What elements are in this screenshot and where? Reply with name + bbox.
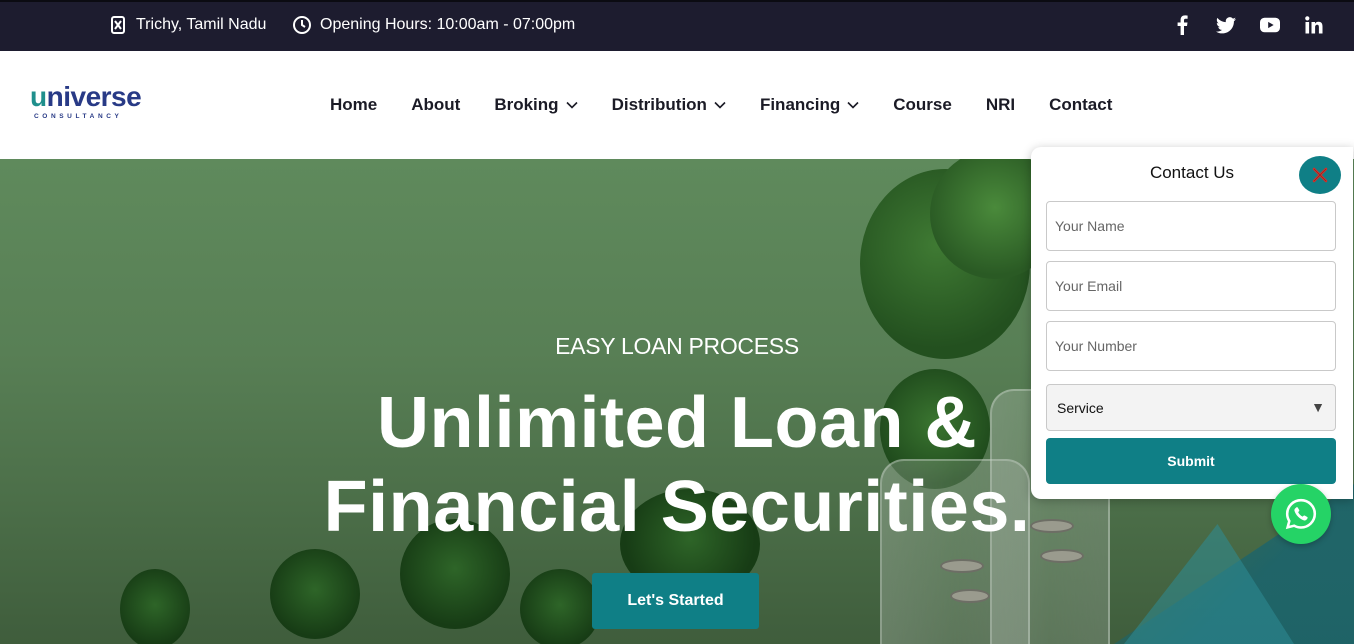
social-links bbox=[1172, 14, 1324, 36]
logo-wordmark: universe bbox=[30, 81, 142, 112]
universe-logo[interactable]: universe CONSULTANCY bbox=[30, 82, 160, 126]
chevron-down-icon bbox=[847, 101, 859, 109]
chevron-down-icon bbox=[714, 101, 726, 109]
service-select-value: Service bbox=[1057, 399, 1104, 416]
site-header: universe CONSULTANCY Home About Broking … bbox=[0, 51, 1354, 159]
tree-decoration bbox=[120, 569, 190, 644]
top-bar: Trichy, Tamil Nadu Opening Hours: 10:00a… bbox=[0, 0, 1354, 51]
linkedin-icon[interactable] bbox=[1304, 14, 1324, 36]
nav-course[interactable]: Course bbox=[893, 95, 952, 115]
close-popup-button[interactable] bbox=[1299, 156, 1341, 194]
nav-about[interactable]: About bbox=[411, 95, 460, 115]
logo-subtitle: CONSULTANCY bbox=[34, 113, 123, 120]
hours-info: Opening Hours: 10:00am - 07:00pm bbox=[292, 15, 575, 35]
dropdown-arrow-icon: ▼ bbox=[1311, 399, 1325, 415]
submit-button[interactable]: Submit bbox=[1046, 438, 1336, 484]
nav-broking[interactable]: Broking bbox=[494, 95, 578, 115]
lets-started-button[interactable]: Let's Started bbox=[592, 573, 759, 629]
nav-home[interactable]: Home bbox=[330, 95, 377, 115]
location-info: Trichy, Tamil Nadu bbox=[108, 15, 266, 35]
coin-decoration bbox=[940, 559, 984, 573]
location-text: Trichy, Tamil Nadu bbox=[136, 16, 267, 33]
tree-decoration bbox=[520, 569, 600, 644]
nav-financing[interactable]: Financing bbox=[760, 95, 859, 115]
coin-decoration bbox=[950, 589, 990, 603]
chevron-down-icon bbox=[565, 101, 578, 109]
whatsapp-button[interactable] bbox=[1271, 484, 1331, 544]
number-field[interactable] bbox=[1046, 321, 1336, 371]
email-field[interactable] bbox=[1046, 261, 1336, 311]
main-nav: Home About Broking Distribution Financin… bbox=[330, 95, 1146, 115]
contact-us-popup: Contact Us Service ▼ Submit bbox=[1031, 147, 1353, 499]
service-select[interactable]: Service ▼ bbox=[1046, 384, 1336, 431]
coin-decoration bbox=[1040, 549, 1084, 563]
twitter-icon[interactable] bbox=[1216, 14, 1236, 36]
hours-text: Opening Hours: 10:00am - 07:00pm bbox=[320, 16, 576, 33]
map-pin-icon bbox=[108, 15, 128, 35]
facebook-icon[interactable] bbox=[1172, 14, 1192, 36]
nav-contact[interactable]: Contact bbox=[1049, 95, 1112, 115]
youtube-icon[interactable] bbox=[1260, 14, 1280, 36]
nav-distribution[interactable]: Distribution bbox=[612, 95, 726, 115]
nav-nri[interactable]: NRI bbox=[986, 95, 1015, 115]
clock-icon bbox=[292, 15, 312, 35]
whatsapp-icon bbox=[1285, 498, 1317, 530]
close-icon bbox=[1312, 167, 1328, 183]
tree-decoration bbox=[270, 549, 360, 639]
name-field[interactable] bbox=[1046, 201, 1336, 251]
